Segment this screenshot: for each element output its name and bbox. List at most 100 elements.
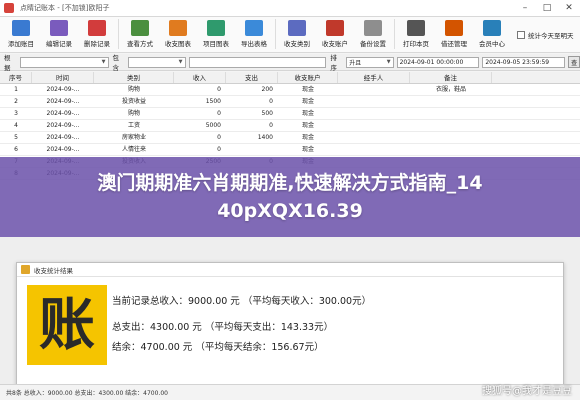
table-cell: 2024-09-... (46, 134, 80, 141)
toolbar-button-3[interactable]: 查看方式 (121, 19, 159, 51)
toolbar-separator (394, 19, 395, 49)
backup-icon (364, 20, 382, 36)
title-bar: 点睛记账本 - [不加锁]欧阳子 – □ ✕ (0, 0, 580, 17)
toolbar-button-2[interactable]: 删除记录 (78, 19, 116, 51)
window-title: 点睛记账本 - [不加锁]欧阳子 (20, 4, 110, 12)
date-to-value: 2024-09-05 23:59:59 (485, 58, 550, 66)
column-header[interactable]: 备注 (410, 72, 492, 83)
toolbar-button-5[interactable]: 项目图表 (197, 19, 235, 51)
table-cell (410, 96, 492, 107)
table-cell (410, 144, 492, 155)
add-entry-icon (12, 20, 30, 36)
toolbar-button-4[interactable]: 收支图表 (159, 19, 197, 51)
window-controls: – □ ✕ (514, 0, 580, 16)
date-from-value: 2024-09-01 00:00:00 (399, 58, 464, 66)
toolbar-button-7[interactable]: 收支类别 (278, 19, 316, 51)
toolbar-button-label: 查看方式 (127, 40, 153, 48)
table-cell: 0 (269, 122, 273, 129)
column-header[interactable]: 收入 (174, 72, 226, 83)
column-header[interactable]: 时间 (32, 72, 94, 83)
toolbar-button-1[interactable]: 编辑记录 (40, 19, 78, 51)
search-button[interactable]: 查 (568, 56, 580, 68)
toolbar-button-label: 添加账目 (8, 40, 34, 48)
table-cell: 工资 (127, 122, 140, 129)
table-cell (226, 144, 278, 155)
table-cell: 1400 (257, 134, 273, 141)
view-icon (131, 20, 149, 36)
table-cell: 购物 (127, 86, 140, 93)
account-filter-label: 根据 (4, 54, 11, 72)
toolbar-button-label: 导出表格 (241, 40, 267, 48)
export-icon (245, 20, 263, 36)
toolbar-button-9[interactable]: 备份设置 (354, 19, 392, 51)
toolbar-button-6[interactable]: 导出表格 (235, 19, 273, 51)
watermark-text: 搜狐号@我才是豆豆 (482, 386, 572, 397)
table-cell: 现金 (301, 86, 314, 93)
table-cell: 现金 (301, 122, 314, 129)
table-cell: 1 (14, 86, 18, 93)
date-from-input[interactable]: 2024-09-01 00:00:00 (396, 56, 480, 68)
chevron-down-icon: ▼ (101, 59, 106, 65)
dialog-title: 收支统计结果 (34, 266, 73, 275)
toolbar-button-label: 收支类别 (284, 40, 310, 48)
ledger-logo-icon: 账 (27, 285, 107, 365)
member-icon (483, 20, 501, 36)
chevron-down-icon: ▼ (178, 59, 183, 65)
banner-line-1: 澳门期期准六肖期期准,快速解决方式指南_14 (97, 172, 483, 194)
column-header[interactable]: 经手人 (338, 72, 410, 83)
column-header[interactable]: 序号 (0, 72, 32, 83)
date-to-input[interactable]: 2024-09-05 23:59:59 (482, 56, 566, 68)
minimize-button[interactable]: – (514, 0, 536, 16)
table-cell: 现金 (301, 134, 314, 141)
bar-chart-icon (207, 20, 225, 36)
keyword-input[interactable] (188, 56, 327, 68)
maximize-button[interactable]: □ (536, 0, 558, 16)
toolbar-button-label: 收支账户 (322, 40, 348, 48)
toolbar: 添加账目 编辑记录 删除记录 查看方式 收支图表 项目图表 导出表格 收支类别 收支账户 备份设置… (0, 17, 580, 53)
toolbar-button-8[interactable]: 收支账户 (316, 19, 354, 51)
dialog-title-bar: 收支统计结果 (17, 263, 563, 277)
statistics-dialog: 收支统计结果 账 当前记录总收入：9000.00 元 （平均每天收入：300.0… (16, 262, 564, 394)
toolbar-button-0[interactable]: 添加账目 (2, 19, 40, 51)
toolbar-button-label: 删除记录 (84, 40, 110, 48)
close-button[interactable]: ✕ (558, 0, 580, 16)
toolbar-button-label: 项目图表 (203, 40, 229, 48)
table-cell: 现金 (301, 110, 314, 117)
table-row[interactable]: 2 2024-09-... 投资收益 1500 0 现金 (0, 96, 580, 108)
table-row[interactable]: 4 2024-09-... 工资 5000 0 现金 (0, 120, 580, 132)
category-select[interactable]: ▼ (128, 56, 186, 68)
table-cell (338, 108, 410, 119)
toolbar-button-11[interactable]: 借还管理 (435, 19, 473, 51)
table-cell: 4 (14, 122, 18, 129)
toolbar-separator (118, 19, 119, 49)
stats-range-checkbox[interactable]: 统计今天至明天 (517, 30, 574, 40)
chevron-down-icon: ▼ (386, 59, 391, 65)
column-header[interactable]: 类别 (94, 72, 174, 83)
account-select[interactable]: ▼ (19, 56, 109, 68)
table-cell: 现金 (301, 98, 314, 105)
account-icon (326, 20, 344, 36)
table-cell: 6 (14, 146, 18, 153)
table-row[interactable]: 3 2024-09-... 购物 0 500 现金 (0, 108, 580, 120)
table-cell: 现金 (301, 146, 314, 153)
loan-icon (445, 20, 463, 36)
table-row[interactable]: 6 2024-09-... 人情往来 0 现金 (0, 144, 580, 156)
column-header[interactable]: 支出 (226, 72, 278, 83)
sort-order-select[interactable]: 升且 ▼ (346, 56, 394, 68)
toolbar-button-label: 编辑记录 (46, 40, 72, 48)
table-row[interactable]: 1 2024-09-... 购物 0 200 现金 衣服，鞋品 (0, 84, 580, 96)
toolbar-button-label: 备份设置 (360, 40, 386, 48)
toolbar-button-label: 借还管理 (441, 40, 467, 48)
table-cell: 0 (269, 98, 273, 105)
table-row[interactable]: 5 2024-09-... 房家物业 0 1400 现金 (0, 132, 580, 144)
table-cell: 2024-09-... (46, 122, 80, 129)
toolbar-button-12[interactable]: 会员中心 (473, 19, 511, 51)
checkbox-box[interactable] (517, 31, 525, 39)
table-cell: 购物 (127, 110, 140, 117)
filter-bar: 根据 ▼ 包含 ▼ 排序 升且 ▼ 2024-09-01 00:00:00 202… (0, 54, 580, 72)
column-header[interactable]: 收支账户 (278, 72, 338, 83)
banner-line-2: 40pXQX16.39 (217, 200, 363, 222)
toolbar-button-10[interactable]: 打印本页 (397, 19, 435, 51)
total-income-text: 当前记录总收入：9000.00 元 （平均每天收入：300.00元） (112, 296, 372, 307)
table-cell: 3 (14, 110, 18, 117)
